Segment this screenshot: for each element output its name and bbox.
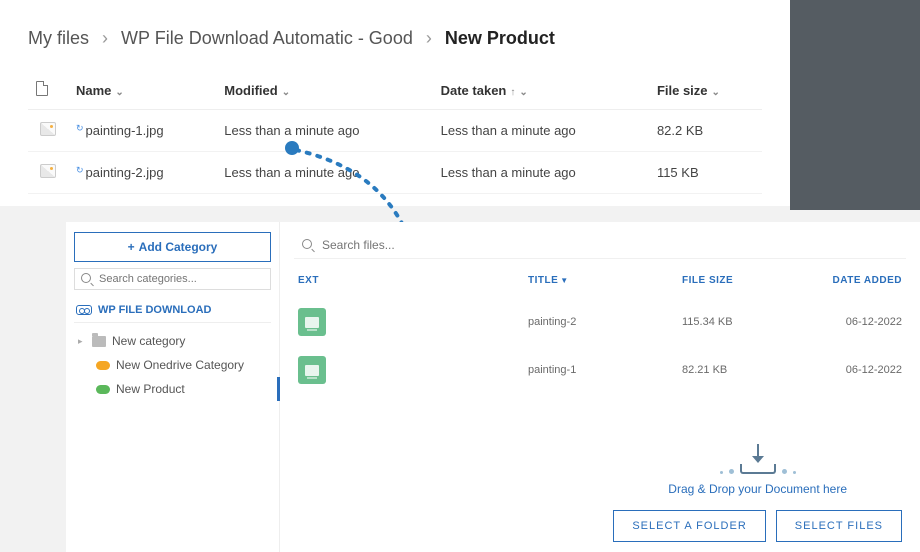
- file-name: painting-2.jpg: [86, 165, 164, 180]
- search-categories-input[interactable]: [99, 273, 264, 285]
- search-icon: [302, 239, 314, 251]
- cloud-file-table: Name⌄ Modified⌄ Date taken↑⌄ File size⌄ …: [28, 71, 762, 194]
- file-row[interactable]: ↻painting-2.jpg Less than a minute ago L…: [28, 152, 762, 194]
- filetype-jpg-icon: [298, 308, 326, 336]
- col-name-header[interactable]: Name⌄: [68, 71, 216, 110]
- file-list-row[interactable]: painting-2 115.34 KB 06-12-2022: [294, 298, 906, 346]
- sort-desc-icon: ▼: [560, 276, 568, 285]
- col-title-header[interactable]: TITLE▼: [528, 275, 682, 286]
- arrow-up-icon: ↑: [510, 87, 515, 98]
- category-tree: ▸ New category New Onedrive Category New…: [74, 329, 271, 401]
- breadcrumb: My files › WP File Download Automatic - …: [28, 28, 762, 49]
- file-date-taken: Less than a minute ago: [433, 152, 649, 194]
- file-title: painting-2: [528, 316, 682, 328]
- col-date-taken-header[interactable]: Date taken↑⌄: [433, 71, 649, 110]
- file-list-row[interactable]: painting-1 82.21 KB 06-12-2022: [294, 346, 906, 394]
- category-item[interactable]: ▸ New category: [74, 329, 271, 353]
- breadcrumb-current: New Product: [445, 28, 555, 48]
- sync-icon: ↻: [76, 165, 84, 175]
- search-categories-field[interactable]: [74, 268, 271, 290]
- select-files-button[interactable]: SELECT FILES: [776, 510, 902, 542]
- filetype-jpg-icon: [298, 356, 326, 384]
- category-sidebar: +Add Category WP FILE DOWNLOAD ▸ New cat…: [66, 222, 280, 552]
- plus-icon: +: [128, 240, 135, 254]
- breadcrumb-mid[interactable]: WP File Download Automatic - Good: [121, 28, 413, 48]
- col-ext-header[interactable]: EXT: [298, 275, 528, 286]
- col-date-header[interactable]: DATE ADDED: [802, 275, 902, 286]
- search-files-field[interactable]: [294, 232, 906, 259]
- select-folder-button[interactable]: SELECT A FOLDER: [613, 510, 765, 542]
- file-date: 06-12-2022: [802, 316, 902, 328]
- category-label: New Product: [116, 382, 185, 396]
- col-modified-header[interactable]: Modified⌄: [216, 71, 432, 110]
- app-title: WP FILE DOWNLOAD: [74, 298, 271, 323]
- category-label: New Onedrive Category: [116, 358, 244, 372]
- image-thumb-icon: [40, 122, 56, 136]
- document-icon: [36, 81, 48, 96]
- cloud-file-panel: My files › WP File Download Automatic - …: [0, 0, 790, 206]
- image-thumb-icon: [40, 164, 56, 178]
- upload-icon: [613, 444, 902, 474]
- category-label: New category: [112, 334, 185, 348]
- chevron-right-icon: ›: [102, 28, 108, 48]
- col-size-header[interactable]: FILE SIZE: [682, 275, 802, 286]
- sync-icon: ↻: [76, 123, 84, 133]
- wpfd-logo-icon: [76, 305, 92, 315]
- file-row[interactable]: ↻painting-1.jpg Less than a minute ago L…: [28, 110, 762, 152]
- dropzone-text: Drag & Drop your Document here: [613, 482, 902, 496]
- chevron-down-icon: ⌄: [519, 87, 527, 98]
- category-item-active[interactable]: New Product: [74, 377, 271, 401]
- file-size: 115 KB: [649, 152, 762, 194]
- file-modified: Less than a minute ago: [216, 110, 432, 152]
- decorative-dark-block: [790, 0, 920, 210]
- chevron-right-icon: ▸: [78, 336, 86, 347]
- search-icon: [81, 273, 93, 285]
- chevron-down-icon: ⌄: [115, 87, 123, 98]
- file-modified: Less than a minute ago: [216, 152, 432, 194]
- wpfd-panel: +Add Category WP FILE DOWNLOAD ▸ New cat…: [66, 222, 920, 552]
- file-date-taken: Less than a minute ago: [433, 110, 649, 152]
- file-title: painting-1: [528, 364, 682, 376]
- chevron-right-icon: ›: [426, 28, 432, 48]
- search-files-input[interactable]: [322, 238, 898, 252]
- onedrive-icon: [96, 385, 110, 394]
- category-item[interactable]: New Onedrive Category: [74, 353, 271, 377]
- add-category-button[interactable]: +Add Category: [74, 232, 271, 262]
- file-size: 115.34 KB: [682, 316, 802, 328]
- file-date: 06-12-2022: [802, 364, 902, 376]
- file-size: 82.2 KB: [649, 110, 762, 152]
- dropzone[interactable]: Drag & Drop your Document here SELECT A …: [613, 444, 902, 542]
- chevron-down-icon: ⌄: [282, 87, 290, 98]
- onedrive-icon: [96, 361, 110, 370]
- file-size: 82.21 KB: [682, 364, 802, 376]
- chevron-down-icon: ⌄: [712, 87, 720, 98]
- folder-icon: [92, 336, 106, 347]
- file-list-area: EXT TITLE▼ FILE SIZE DATE ADDED painting…: [280, 222, 920, 552]
- file-list-header: EXT TITLE▼ FILE SIZE DATE ADDED: [294, 265, 906, 298]
- breadcrumb-root[interactable]: My files: [28, 28, 89, 48]
- file-name: painting-1.jpg: [86, 123, 164, 138]
- col-file-size-header[interactable]: File size⌄: [649, 71, 762, 110]
